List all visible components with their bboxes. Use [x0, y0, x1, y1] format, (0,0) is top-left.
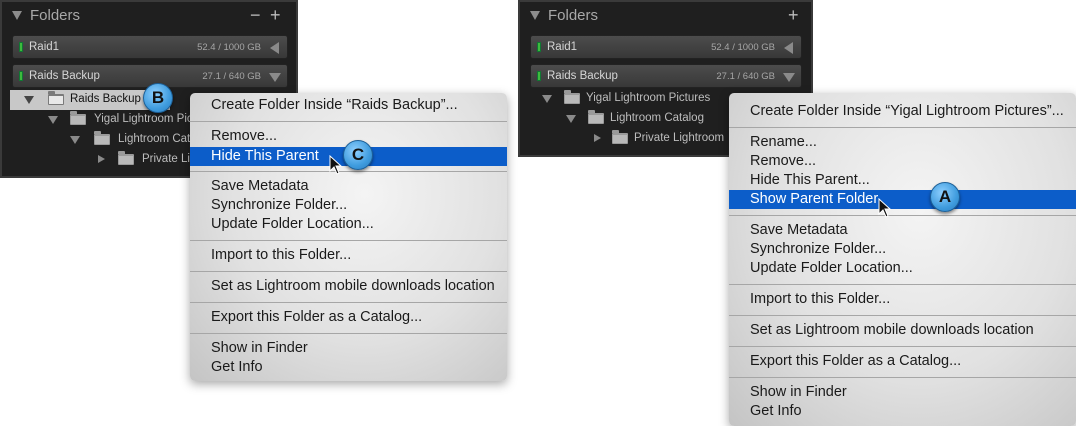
callout-badge-c: C — [343, 140, 373, 170]
menu-separator — [729, 127, 1076, 128]
volume-status-led — [537, 71, 541, 81]
callout-badge-b: B — [143, 83, 173, 113]
menu-separator — [190, 121, 507, 122]
menu-item-remove[interactable]: Remove... — [729, 152, 1076, 171]
disclosure-triangle-icon[interactable] — [48, 116, 58, 124]
folder-icon — [564, 90, 580, 104]
expanded-caret-icon[interactable] — [783, 73, 795, 82]
menu-item-show-in-finder[interactable]: Show in Finder — [190, 339, 507, 358]
volume-size: 52.4 / 1000 GB — [197, 42, 261, 53]
menu-item-create-folder[interactable]: Create Folder Inside “Yigal Lightroom Pi… — [729, 102, 1076, 121]
menu-item-show-in-finder[interactable]: Show in Finder — [729, 383, 1076, 402]
mouse-pointer-icon — [878, 198, 892, 218]
menu-item-rename[interactable]: Rename... — [729, 133, 1076, 152]
plus-icon[interactable]: + — [270, 6, 281, 24]
menu-item-update-folder-location[interactable]: Update Folder Location... — [190, 215, 507, 234]
menu-item-import[interactable]: Import to this Folder... — [190, 246, 507, 265]
volume-name: Raid1 — [547, 41, 578, 53]
menu-item-import[interactable]: Import to this Folder... — [729, 290, 1076, 309]
disclosure-triangle-icon[interactable] — [566, 115, 576, 123]
folder-icon — [48, 91, 64, 105]
menu-item-synchronize-folder[interactable]: Synchronize Folder... — [190, 196, 507, 215]
menu-separator — [190, 302, 507, 303]
volume-status-led — [19, 71, 23, 81]
volume-name: Raids Backup — [29, 70, 100, 82]
context-menu-left: Create Folder Inside “Raids Backup”... R… — [190, 93, 507, 381]
folder-icon — [118, 151, 134, 165]
disclosure-triangle-icon[interactable] — [542, 95, 552, 103]
menu-separator — [729, 315, 1076, 316]
folder-label: Lightroom Catalog — [610, 112, 704, 124]
menu-item-save-metadata[interactable]: Save Metadata — [729, 221, 1076, 240]
folder-icon — [612, 130, 628, 144]
menu-item-get-info[interactable]: Get Info — [729, 402, 1076, 421]
disclosure-triangle-icon[interactable] — [70, 136, 80, 144]
menu-separator — [729, 215, 1076, 216]
panel-header[interactable]: Folders + — [520, 2, 811, 30]
panel-header[interactable]: Folders − + — [2, 2, 296, 30]
menu-item-hide-this-parent[interactable]: Hide This Parent... — [729, 171, 1076, 190]
volume-status-led — [19, 42, 23, 52]
menu-item-show-parent-folder[interactable]: Show Parent Folder — [729, 190, 1076, 209]
volume-status-led — [537, 42, 541, 52]
collapsed-triangle-icon[interactable] — [594, 134, 601, 142]
menu-item-export-catalog[interactable]: Export this Folder as a Catalog... — [190, 308, 507, 327]
context-menu-right: Create Folder Inside “Yigal Lightroom Pi… — [729, 93, 1076, 426]
volume-size: 27.1 / 640 GB — [202, 71, 261, 82]
volume-size: 27.1 / 640 GB — [716, 71, 775, 82]
menu-item-mobile-downloads[interactable]: Set as Lightroom mobile downloads locati… — [190, 277, 507, 296]
menu-item-export-catalog[interactable]: Export this Folder as a Catalog... — [729, 352, 1076, 371]
collapsed-caret-icon[interactable] — [784, 42, 793, 54]
menu-separator — [190, 240, 507, 241]
menu-separator — [190, 333, 507, 334]
collapsed-caret-icon[interactable] — [270, 42, 279, 54]
collapse-triangle-icon[interactable] — [12, 11, 22, 20]
folder-icon — [94, 131, 110, 145]
collapsed-triangle-icon[interactable] — [98, 155, 105, 163]
menu-item-update-folder-location[interactable]: Update Folder Location... — [729, 259, 1076, 278]
menu-item-get-info[interactable]: Get Info — [190, 358, 507, 377]
folder-label: Raids Backup — [70, 93, 141, 105]
menu-separator — [729, 346, 1076, 347]
folder-icon — [70, 111, 86, 125]
folder-icon — [588, 110, 604, 124]
folder-label: Yigal Lightroom Pictures — [586, 92, 711, 104]
plus-icon[interactable]: + — [788, 6, 799, 24]
menu-item-save-metadata[interactable]: Save Metadata — [190, 177, 507, 196]
menu-separator — [190, 171, 507, 172]
menu-separator — [729, 377, 1076, 378]
collapse-triangle-icon[interactable] — [530, 11, 540, 20]
volume-raid1[interactable]: Raid1 52.4 / 1000 GB — [12, 35, 288, 59]
volume-raid1[interactable]: Raid1 52.4 / 1000 GB — [530, 35, 802, 59]
expanded-caret-icon[interactable] — [269, 73, 281, 82]
volume-name: Raids Backup — [547, 70, 618, 82]
menu-separator — [190, 271, 507, 272]
mouse-pointer-icon — [329, 155, 343, 175]
panel-title: Folders — [30, 7, 81, 24]
volume-size: 52.4 / 1000 GB — [711, 42, 775, 53]
volume-raids-backup[interactable]: Raids Backup 27.1 / 640 GB — [530, 64, 802, 88]
menu-separator — [729, 284, 1076, 285]
menu-item-create-folder[interactable]: Create Folder Inside “Raids Backup”... — [190, 96, 507, 115]
menu-item-synchronize-folder[interactable]: Synchronize Folder... — [729, 240, 1076, 259]
minus-icon[interactable]: − — [250, 6, 261, 24]
folder-label: Private Lightroom — [634, 132, 725, 144]
callout-badge-a: A — [930, 182, 960, 212]
volume-name: Raid1 — [29, 41, 60, 53]
folder-label: Private Lig — [142, 153, 197, 165]
disclosure-triangle-icon[interactable] — [24, 96, 34, 104]
folder-label: Lightroom Cata — [118, 133, 197, 145]
folder-label: Yigal Lightroom Pic — [94, 113, 193, 125]
panel-title: Folders — [548, 7, 599, 24]
menu-item-mobile-downloads[interactable]: Set as Lightroom mobile downloads locati… — [729, 321, 1076, 340]
